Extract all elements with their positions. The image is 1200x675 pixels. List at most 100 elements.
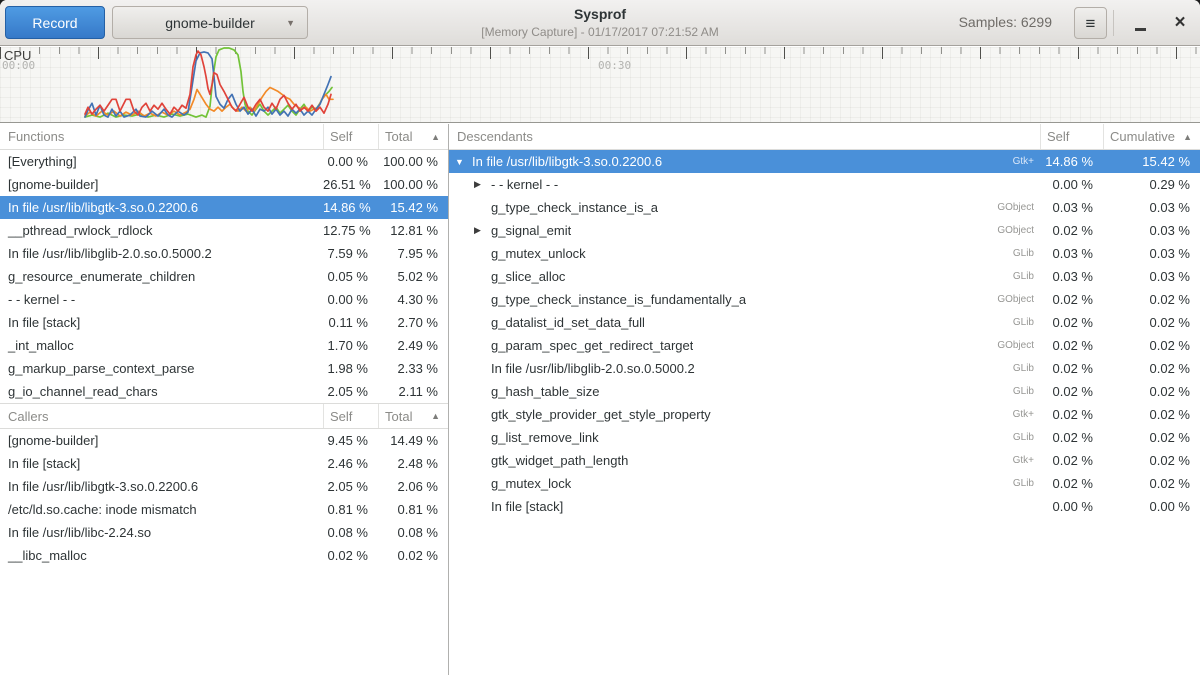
library-badge: GLib: [1005, 386, 1040, 397]
total-column-header[interactable]: Total ▲: [378, 404, 448, 428]
tree-row[interactable]: g_type_check_instance_is_fundamentally_a…: [449, 288, 1200, 311]
library-badge: GLib: [1005, 432, 1040, 443]
table-row[interactable]: [gnome-builder] 26.51 % 100.00 %: [0, 173, 448, 196]
tree-row[interactable]: gtk_style_provider_get_style_property Gt…: [449, 403, 1200, 426]
table-row[interactable]: In file /usr/lib/libc-2.24.so 0.08 % 0.0…: [0, 521, 448, 544]
tree-row[interactable]: g_mutex_unlock GLib 0.03 % 0.03 %: [449, 242, 1200, 265]
descendants-table-header: Descendants Self Cumulative ▲: [449, 124, 1200, 150]
minimize-button[interactable]: [1128, 8, 1152, 38]
table-row[interactable]: In file /usr/lib/libgtk-3.so.0.2200.6 14…: [0, 196, 448, 219]
self-percent-cell: 0.02 %: [1040, 407, 1103, 422]
cumulative-percent-cell: 0.02 %: [1103, 315, 1200, 330]
table-row[interactable]: _int_malloc 1.70 % 2.49 %: [0, 334, 448, 357]
self-percent-cell: 1.70 %: [323, 338, 378, 353]
table-row[interactable]: In file /usr/lib/libgtk-3.so.0.2200.6 2.…: [0, 475, 448, 498]
self-percent-cell: 0.11 %: [323, 315, 378, 330]
menu-button[interactable]: ≡: [1074, 7, 1107, 39]
record-button[interactable]: Record: [5, 6, 105, 39]
tree-row[interactable]: gtk_widget_path_length Gtk+ 0.02 % 0.02 …: [449, 449, 1200, 472]
hamburger-icon: ≡: [1086, 15, 1096, 32]
tree-row[interactable]: g_mutex_lock GLib 0.02 % 0.02 %: [449, 472, 1200, 495]
cumulative-percent-cell: 0.02 %: [1103, 476, 1200, 491]
expander-icon[interactable]: ▼: [455, 157, 472, 167]
function-name-cell: In file /usr/lib/libc-2.24.so: [0, 525, 323, 540]
self-percent-cell: 9.45 %: [323, 433, 378, 448]
total-percent-cell: 2.70 %: [378, 315, 448, 330]
cpu-usage-graph[interactable]: CPU 00:00 00:30: [0, 47, 1200, 123]
total-column-header[interactable]: Total ▲: [378, 124, 448, 149]
functions-column-header[interactable]: Functions: [0, 124, 323, 149]
tree-row[interactable]: In file [stack] 0.00 % 0.00 %: [449, 495, 1200, 518]
tree-row[interactable]: ▶ - - kernel - - 0.00 % 0.29 %: [449, 173, 1200, 196]
self-percent-cell: 0.02 %: [1040, 315, 1103, 330]
tree-row[interactable]: g_datalist_id_set_data_full GLib 0.02 % …: [449, 311, 1200, 334]
library-badge: GObject: [989, 294, 1040, 305]
total-percent-cell: 2.06 %: [378, 479, 448, 494]
tree-row[interactable]: g_param_spec_get_redirect_target GObject…: [449, 334, 1200, 357]
function-name-cell: g_markup_parse_context_parse: [0, 361, 323, 376]
self-percent-cell: 0.00 %: [323, 154, 378, 169]
table-row[interactable]: __libc_malloc 0.02 % 0.02 %: [0, 544, 448, 567]
process-selector-dropdown[interactable]: gnome-builder ▼: [112, 6, 308, 39]
table-row[interactable]: In file [stack] 0.11 % 2.70 %: [0, 311, 448, 334]
table-row[interactable]: In file /usr/lib/libglib-2.0.so.0.5000.2…: [0, 242, 448, 265]
tree-row[interactable]: ▼ In file /usr/lib/libgtk-3.so.0.2200.6 …: [449, 150, 1200, 173]
self-percent-cell: 0.02 %: [1040, 453, 1103, 468]
function-name-cell: g_mutex_lock: [491, 476, 571, 491]
self-percent-cell: 0.02 %: [1040, 361, 1103, 376]
chevron-down-icon: ▼: [286, 18, 295, 28]
function-name-cell: In file [stack]: [0, 456, 323, 471]
total-percent-cell: 2.49 %: [378, 338, 448, 353]
self-percent-cell: 0.03 %: [1040, 269, 1103, 284]
callers-column-header[interactable]: Callers: [0, 404, 323, 428]
title-box: Sysprof [Memory Capture] - 01/17/2017 07…: [300, 5, 900, 40]
self-percent-cell: 0.03 %: [1040, 246, 1103, 261]
cumulative-percent-cell: 0.03 %: [1103, 246, 1200, 261]
self-percent-cell: 0.02 %: [323, 548, 378, 563]
process-selector-label: gnome-builder: [165, 15, 255, 31]
cumulative-percent-cell: 0.03 %: [1103, 269, 1200, 284]
table-row[interactable]: g_io_channel_read_chars 2.05 % 2.11 %: [0, 380, 448, 403]
library-badge: Gtk+: [1005, 455, 1040, 466]
self-percent-cell: 0.02 %: [1040, 476, 1103, 491]
table-row[interactable]: [gnome-builder] 9.45 % 14.49 %: [0, 429, 448, 452]
self-column-header[interactable]: Self: [1040, 124, 1103, 149]
table-row[interactable]: g_markup_parse_context_parse 1.98 % 2.33…: [0, 357, 448, 380]
capture-subtitle: [Memory Capture] - 01/17/2017 07:21:52 A…: [300, 24, 900, 40]
function-name-cell: g_datalist_id_set_data_full: [491, 315, 645, 330]
cumulative-percent-cell: 0.02 %: [1103, 361, 1200, 376]
tree-row[interactable]: g_hash_table_size GLib 0.02 % 0.02 %: [449, 380, 1200, 403]
table-row[interactable]: In file [stack] 2.46 % 2.48 %: [0, 452, 448, 475]
tree-row[interactable]: g_slice_alloc GLib 0.03 % 0.03 %: [449, 265, 1200, 288]
expander-icon[interactable]: ▶: [474, 179, 491, 190]
function-name-cell: g_slice_alloc: [491, 269, 565, 284]
tree-row[interactable]: In file /usr/lib/libglib-2.0.so.0.5000.2…: [449, 357, 1200, 380]
library-badge: Gtk+: [1005, 156, 1040, 167]
total-percent-cell: 12.81 %: [378, 223, 448, 238]
total-percent-cell: 7.95 %: [378, 246, 448, 261]
self-column-header[interactable]: Self: [323, 124, 378, 149]
tree-row[interactable]: g_list_remove_link GLib 0.02 % 0.02 %: [449, 426, 1200, 449]
function-name-cell: [gnome-builder]: [0, 433, 323, 448]
table-row[interactable]: g_resource_enumerate_children 0.05 % 5.0…: [0, 265, 448, 288]
close-button[interactable]: ×: [1168, 8, 1192, 38]
table-row[interactable]: __pthread_rwlock_rdlock 12.75 % 12.81 %: [0, 219, 448, 242]
cumulative-percent-cell: 0.03 %: [1103, 200, 1200, 215]
tree-row[interactable]: ▶ g_signal_emit GObject 0.02 % 0.03 %: [449, 219, 1200, 242]
cumulative-column-header[interactable]: Cumulative ▲: [1103, 124, 1200, 149]
expander-icon[interactable]: ▶: [474, 225, 491, 236]
table-row[interactable]: /etc/ld.so.cache: inode mismatch 0.81 % …: [0, 498, 448, 521]
functions-callers-pane: Functions Self Total ▲ [Everything] 0.00…: [0, 124, 449, 675]
function-name-cell: g_resource_enumerate_children: [0, 269, 323, 284]
function-name-cell: __pthread_rwlock_rdlock: [0, 223, 323, 238]
tree-row[interactable]: g_type_check_instance_is_a GObject 0.03 …: [449, 196, 1200, 219]
function-name-cell: In file /usr/lib/libglib-2.0.so.0.5000.2: [491, 361, 695, 376]
cumulative-percent-cell: 0.02 %: [1103, 292, 1200, 307]
table-row[interactable]: - - kernel - - 0.00 % 4.30 %: [0, 288, 448, 311]
self-percent-cell: 0.02 %: [1040, 223, 1103, 238]
self-percent-cell: 14.86 %: [1040, 154, 1103, 169]
table-row[interactable]: [Everything] 0.00 % 100.00 %: [0, 150, 448, 173]
descendants-column-header[interactable]: Descendants: [449, 124, 1040, 149]
self-percent-cell: 0.08 %: [323, 525, 378, 540]
self-column-header[interactable]: Self: [323, 404, 378, 428]
